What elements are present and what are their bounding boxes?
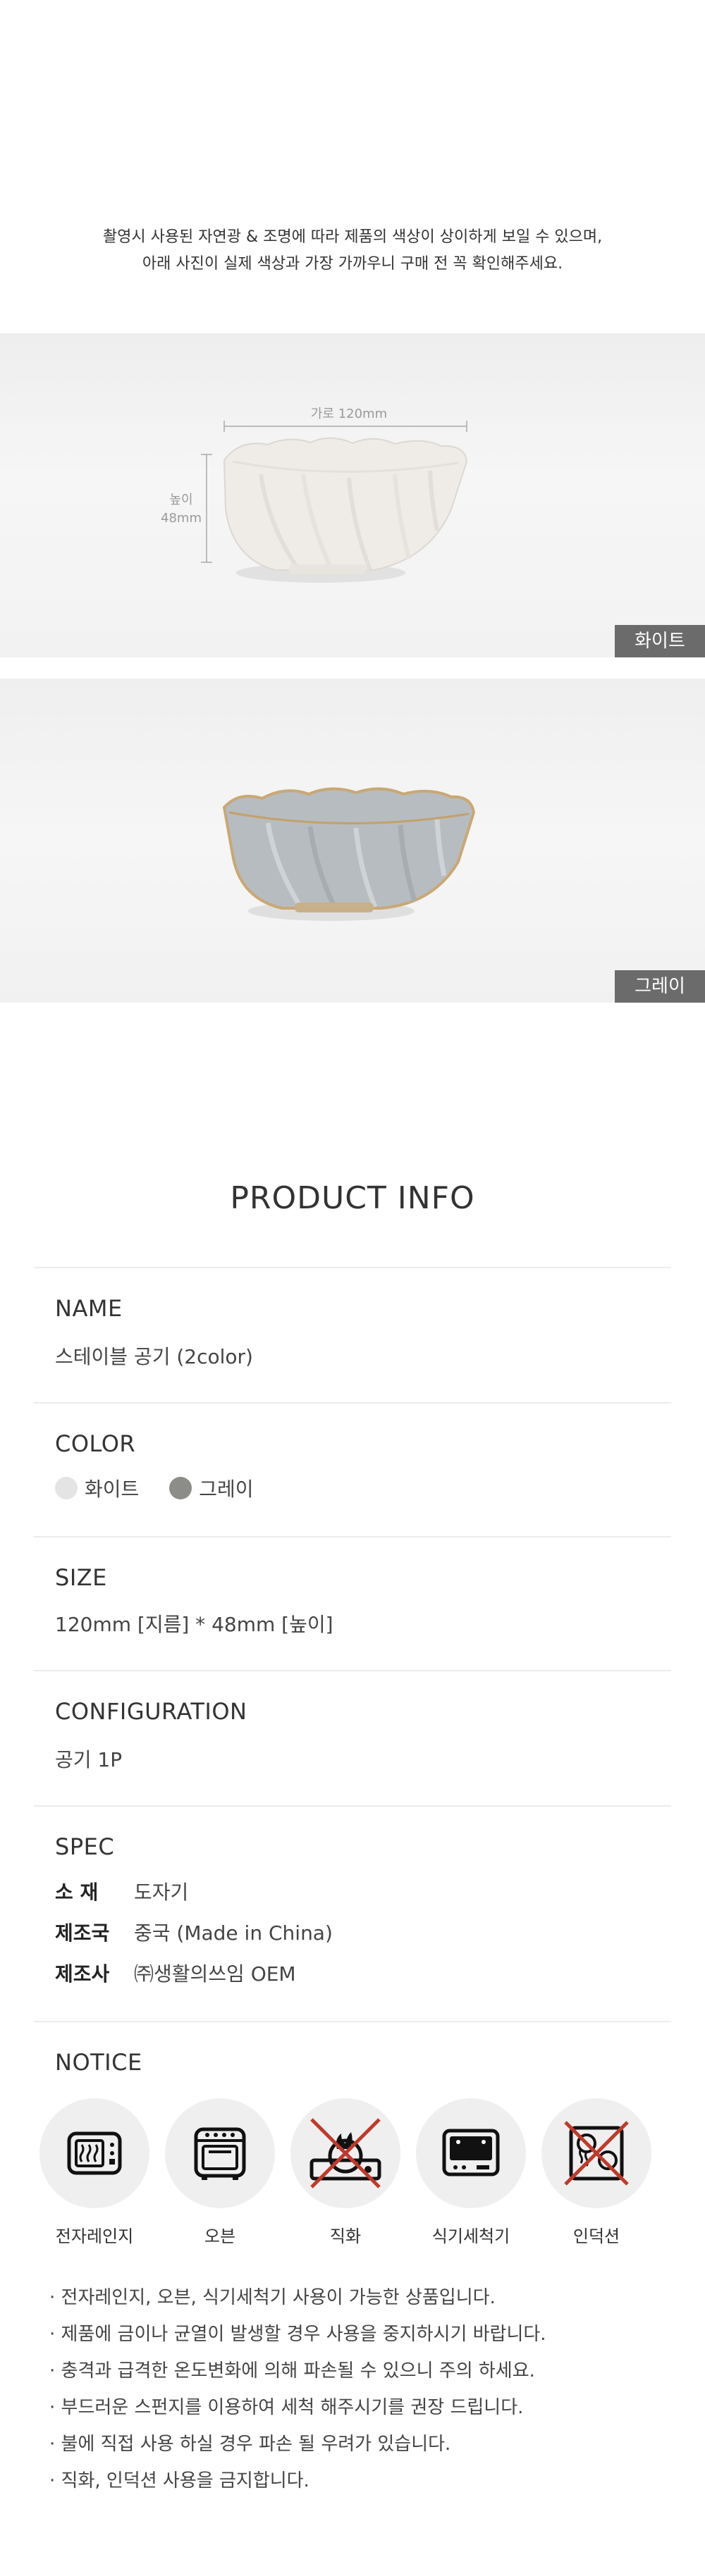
color-notice-line-2: 아래 사진이 실제 색상과 가장 가까우니 구매 전 꼭 확인해주세요. bbox=[142, 255, 563, 273]
dishwasher-label: 식기세척기 bbox=[431, 2227, 510, 2246]
size-label: SIZE bbox=[55, 1564, 107, 1591]
gas-stove-label: 직화 bbox=[329, 2227, 362, 2246]
name-label: NAME bbox=[55, 1295, 123, 1322]
notice-line: 전자레인지, 오븐, 식기세척기 사용이 가능한 상품입니다. bbox=[49, 2279, 670, 2316]
spec-maker-key: 제조사 bbox=[55, 1962, 110, 1986]
name-value: 스테이블 공기 (2color) bbox=[55, 1345, 253, 1368]
spec-maker: 제조사 ㈜생활의쓰임 OEM bbox=[55, 1959, 296, 1987]
info-row-name: NAME 스테이블 공기 (2color) bbox=[34, 1267, 671, 1402]
product-info-title: PRODUCT INFO bbox=[230, 1180, 475, 1216]
spec-material: 소 재 도자기 bbox=[55, 1877, 188, 1905]
white-bowl-image bbox=[201, 421, 468, 583]
info-row-configuration: CONFIGURATION 공기 1P bbox=[34, 1670, 671, 1805]
microwave-label: 전자레인지 bbox=[55, 2227, 134, 2246]
product-detail-page: 촬영시 사용된 자연광 & 조명에 따라 제품의 색상이 상이하게 보일 수 있… bbox=[0, 0, 705, 2576]
photo-gray-bowl: 그레이 bbox=[0, 679, 705, 1003]
info-row-color: COLOR 화이트 그레이 bbox=[34, 1402, 671, 1536]
oven-label: 오븐 bbox=[204, 2227, 236, 2246]
spec-maker-value: ㈜생활의쓰임 OEM bbox=[134, 1962, 296, 1986]
photo-white-bowl: 가로 120mm 높이 48mm 화이트 bbox=[0, 333, 705, 657]
notice-item-dishwasher: 식기세척기 bbox=[416, 2098, 526, 2247]
induction-icon bbox=[541, 2098, 651, 2208]
notice-lines: 전자레인지, 오븐, 식기세척기 사용이 가능한 상품입니다. 제품에 금이나 … bbox=[49, 2279, 670, 2499]
color-notice-line-1: 촬영시 사용된 자연광 & 조명에 따라 제품의 색상이 상이하게 보일 수 있… bbox=[102, 228, 603, 246]
configuration-value: 공기 1P bbox=[55, 1748, 123, 1771]
notice-item-microwave: 전자레인지 bbox=[39, 2098, 149, 2247]
color-notice: 촬영시 사용된 자연광 & 조명에 따라 제품의 색상이 상이하게 보일 수 있… bbox=[0, 224, 705, 278]
spec-material-key: 소 재 bbox=[55, 1881, 99, 1904]
info-row-notice: NOTICE 전자레인지 오븐 직화 식기세척기 인덕션 bbox=[34, 2021, 671, 2246]
height-dimension-label: 높이 48mm bbox=[161, 493, 202, 526]
color-label: COLOR bbox=[55, 1430, 136, 1457]
notice-line: 충격과 급격한 온도변화에 의해 파손될 수 있으니 주의 하세요. bbox=[49, 2353, 670, 2389]
color-option-gray: 그레이 bbox=[199, 1478, 254, 1501]
notice-label: NOTICE bbox=[55, 2049, 142, 2076]
color-swatch-white bbox=[55, 1477, 78, 1499]
color-option-white: 화이트 bbox=[85, 1478, 140, 1501]
dishwasher-icon bbox=[416, 2098, 526, 2208]
notice-line: 불에 직접 사용 하실 경우 파손 될 우려가 있습니다. bbox=[49, 2426, 670, 2463]
microwave-icon bbox=[39, 2098, 149, 2208]
induction-label: 인덕션 bbox=[572, 2227, 620, 2246]
color-tag-white: 화이트 bbox=[615, 625, 705, 657]
spec-material-value: 도자기 bbox=[134, 1881, 189, 1904]
oven-icon bbox=[165, 2098, 275, 2208]
notice-item-gas-stove: 직화 bbox=[290, 2098, 400, 2247]
spec-country: 제조국 중국 (Made in China) bbox=[55, 1918, 333, 1946]
color-swatch-gray bbox=[169, 1477, 192, 1499]
gray-bowl-image bbox=[222, 787, 476, 921]
info-row-size: SIZE 120mm [지름] * 48mm [높이] bbox=[34, 1536, 671, 1670]
spec-country-value: 중국 (Made in China) bbox=[134, 1921, 333, 1945]
configuration-label: CONFIGURATION bbox=[55, 1698, 247, 1725]
color-tag-gray: 그레이 bbox=[615, 970, 705, 1003]
color-options: 화이트 그레이 bbox=[55, 1474, 277, 1502]
spec-country-key: 제조국 bbox=[55, 1921, 110, 1945]
notice-item-oven: 오븐 bbox=[165, 2098, 275, 2247]
notice-line: 제품에 금이나 균열이 발생할 경우 사용을 중지하시기 바랍니다. bbox=[49, 2316, 670, 2353]
size-value: 120mm [지름] * 48mm [높이] bbox=[55, 1613, 333, 1636]
notice-line: 부드러운 스펀지를 이용하여 세척 해주시기를 권장 드립니다. bbox=[49, 2389, 670, 2426]
notice-line: 직화, 인덕션 사용을 금지합니다. bbox=[49, 2463, 670, 2499]
notice-item-induction: 인덕션 bbox=[541, 2098, 651, 2247]
spec-label: SPEC bbox=[55, 1833, 115, 1860]
gas-stove-icon bbox=[290, 2098, 400, 2208]
width-dimension-label: 가로 120mm bbox=[310, 407, 388, 421]
info-row-spec: SPEC 소 재 도자기 제조국 중국 (Made in China) 제조사 ㈜생활… bbox=[34, 1805, 671, 2021]
